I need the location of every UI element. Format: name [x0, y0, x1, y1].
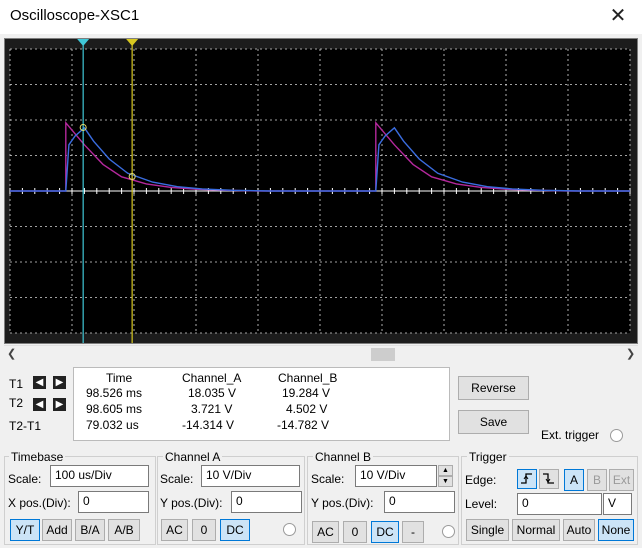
timebase-scale-input[interactable]: 100 us/Div — [50, 465, 149, 487]
channel-b-ypos-input[interactable]: 0 — [384, 491, 455, 513]
trigger-source-ext-button[interactable]: Ext — [609, 469, 634, 491]
trigger-none-button[interactable]: None — [598, 519, 634, 541]
channel-a-title: Channel A — [163, 450, 223, 464]
channel-b-dc-button[interactable]: DC — [371, 521, 399, 543]
channel-b-scale-up-icon[interactable]: ▲ — [438, 465, 453, 476]
trigger-single-button[interactable]: Single — [466, 519, 509, 541]
rising-edge-icon[interactable] — [517, 469, 537, 489]
mode-ab-button[interactable]: A/B — [108, 519, 140, 541]
channel-b-title: Channel B — [313, 450, 374, 464]
diff-channel-a: -14.314 V — [182, 418, 235, 432]
channel-b-zero-button[interactable]: 0 — [343, 521, 367, 543]
channel-b-invert-button[interactable]: - — [402, 521, 424, 543]
channel-a-ac-button[interactable]: AC — [161, 519, 188, 541]
channel-b-scale-input[interactable]: 10 V/Div — [355, 465, 437, 487]
trigger-auto-button[interactable]: Auto — [563, 519, 595, 541]
trigger-source-b-button[interactable]: B — [587, 469, 607, 491]
trigger-edge-label: Edge: — [465, 473, 497, 487]
channel-a-ypos-label: Y pos.(Div): — [160, 496, 223, 510]
timebase-title: Timebase — [9, 450, 66, 464]
channel-b-ypos-label: Y pos.(Div): — [311, 496, 374, 510]
channel-a-radio[interactable] — [283, 523, 296, 536]
channel-a-ypos-input[interactable]: 0 — [231, 491, 302, 513]
channel-a-dc-button[interactable]: DC — [220, 519, 250, 541]
falling-edge-icon[interactable] — [539, 469, 559, 489]
ext-trigger-label: Ext. trigger — [541, 428, 600, 442]
window-title: Oscilloscope-XSC1 — [10, 7, 140, 24]
channel-b-ac-button[interactable]: AC — [312, 521, 339, 543]
t1-label: T1 — [9, 377, 24, 391]
timebase-xpos-input[interactable]: 0 — [78, 491, 149, 513]
mode-yt-button[interactable]: Y/T — [10, 519, 40, 541]
horizontal-scrollbar[interactable]: ❮ ❯ — [4, 345, 638, 363]
t1-left-arrow-icon[interactable]: ◀ — [33, 376, 46, 389]
diff-channel-b: -14.782 V — [277, 418, 330, 432]
header-time: Time — [106, 371, 133, 385]
t2-left-arrow-icon[interactable]: ◀ — [33, 398, 46, 411]
t2-right-arrow-icon[interactable]: ▶ — [53, 398, 66, 411]
channel-a-zero-button[interactable]: 0 — [192, 519, 216, 541]
t1-right-arrow-icon[interactable]: ▶ — [53, 376, 66, 389]
t2-t1-label: T2-T1 — [9, 419, 42, 433]
trigger-title: Trigger — [467, 450, 509, 464]
mode-add-button[interactable]: Add — [42, 519, 72, 541]
trigger-level-unit: V — [603, 493, 632, 515]
t1-channel-b: 19.284 V — [282, 386, 331, 400]
ext-trigger-radio[interactable] — [610, 429, 623, 442]
save-button[interactable]: Save — [458, 410, 529, 434]
timebase-xpos-label: X pos.(Div): — [8, 496, 71, 510]
trigger-normal-button[interactable]: Normal — [512, 519, 560, 541]
mode-ba-button[interactable]: B/A — [75, 519, 105, 541]
channel-a-scale-label: Scale: — [160, 472, 194, 486]
trigger-level-label: Level: — [465, 497, 498, 511]
channel-b-radio[interactable] — [442, 525, 455, 538]
header-channel-a: Channel_A — [182, 371, 242, 385]
t2-channel-b: 4.502 V — [286, 402, 328, 416]
channel-b-scale-down-icon[interactable]: ▼ — [438, 476, 453, 487]
scroll-thumb[interactable] — [371, 348, 395, 361]
t2-channel-a: 3.721 V — [191, 402, 233, 416]
close-icon[interactable]: ✕ — [606, 4, 630, 28]
scroll-right-icon[interactable]: ❯ — [626, 347, 635, 360]
t2-time: 98.605 ms — [86, 402, 143, 416]
header-channel-b: Channel_B — [278, 371, 338, 385]
trigger-level-input[interactable]: 0 — [517, 493, 602, 515]
cursor-readout-table: Time Channel_A Channel_B 98.526 ms 18.03… — [73, 367, 450, 441]
scroll-left-icon[interactable]: ❮ — [7, 347, 16, 360]
reverse-button[interactable]: Reverse — [458, 376, 529, 400]
t1-channel-a: 18.035 V — [188, 386, 237, 400]
t2-label: T2 — [9, 396, 24, 410]
timebase-scale-label: Scale: — [8, 472, 42, 486]
channel-a-scale-input[interactable]: 10 V/Div — [201, 465, 300, 487]
diff-time: 79.032 us — [86, 418, 139, 432]
t1-time: 98.526 ms — [86, 386, 143, 400]
channel-b-scale-label: Scale: — [311, 472, 345, 486]
oscilloscope-display — [5, 39, 637, 343]
trigger-source-a-button[interactable]: A — [564, 469, 584, 491]
